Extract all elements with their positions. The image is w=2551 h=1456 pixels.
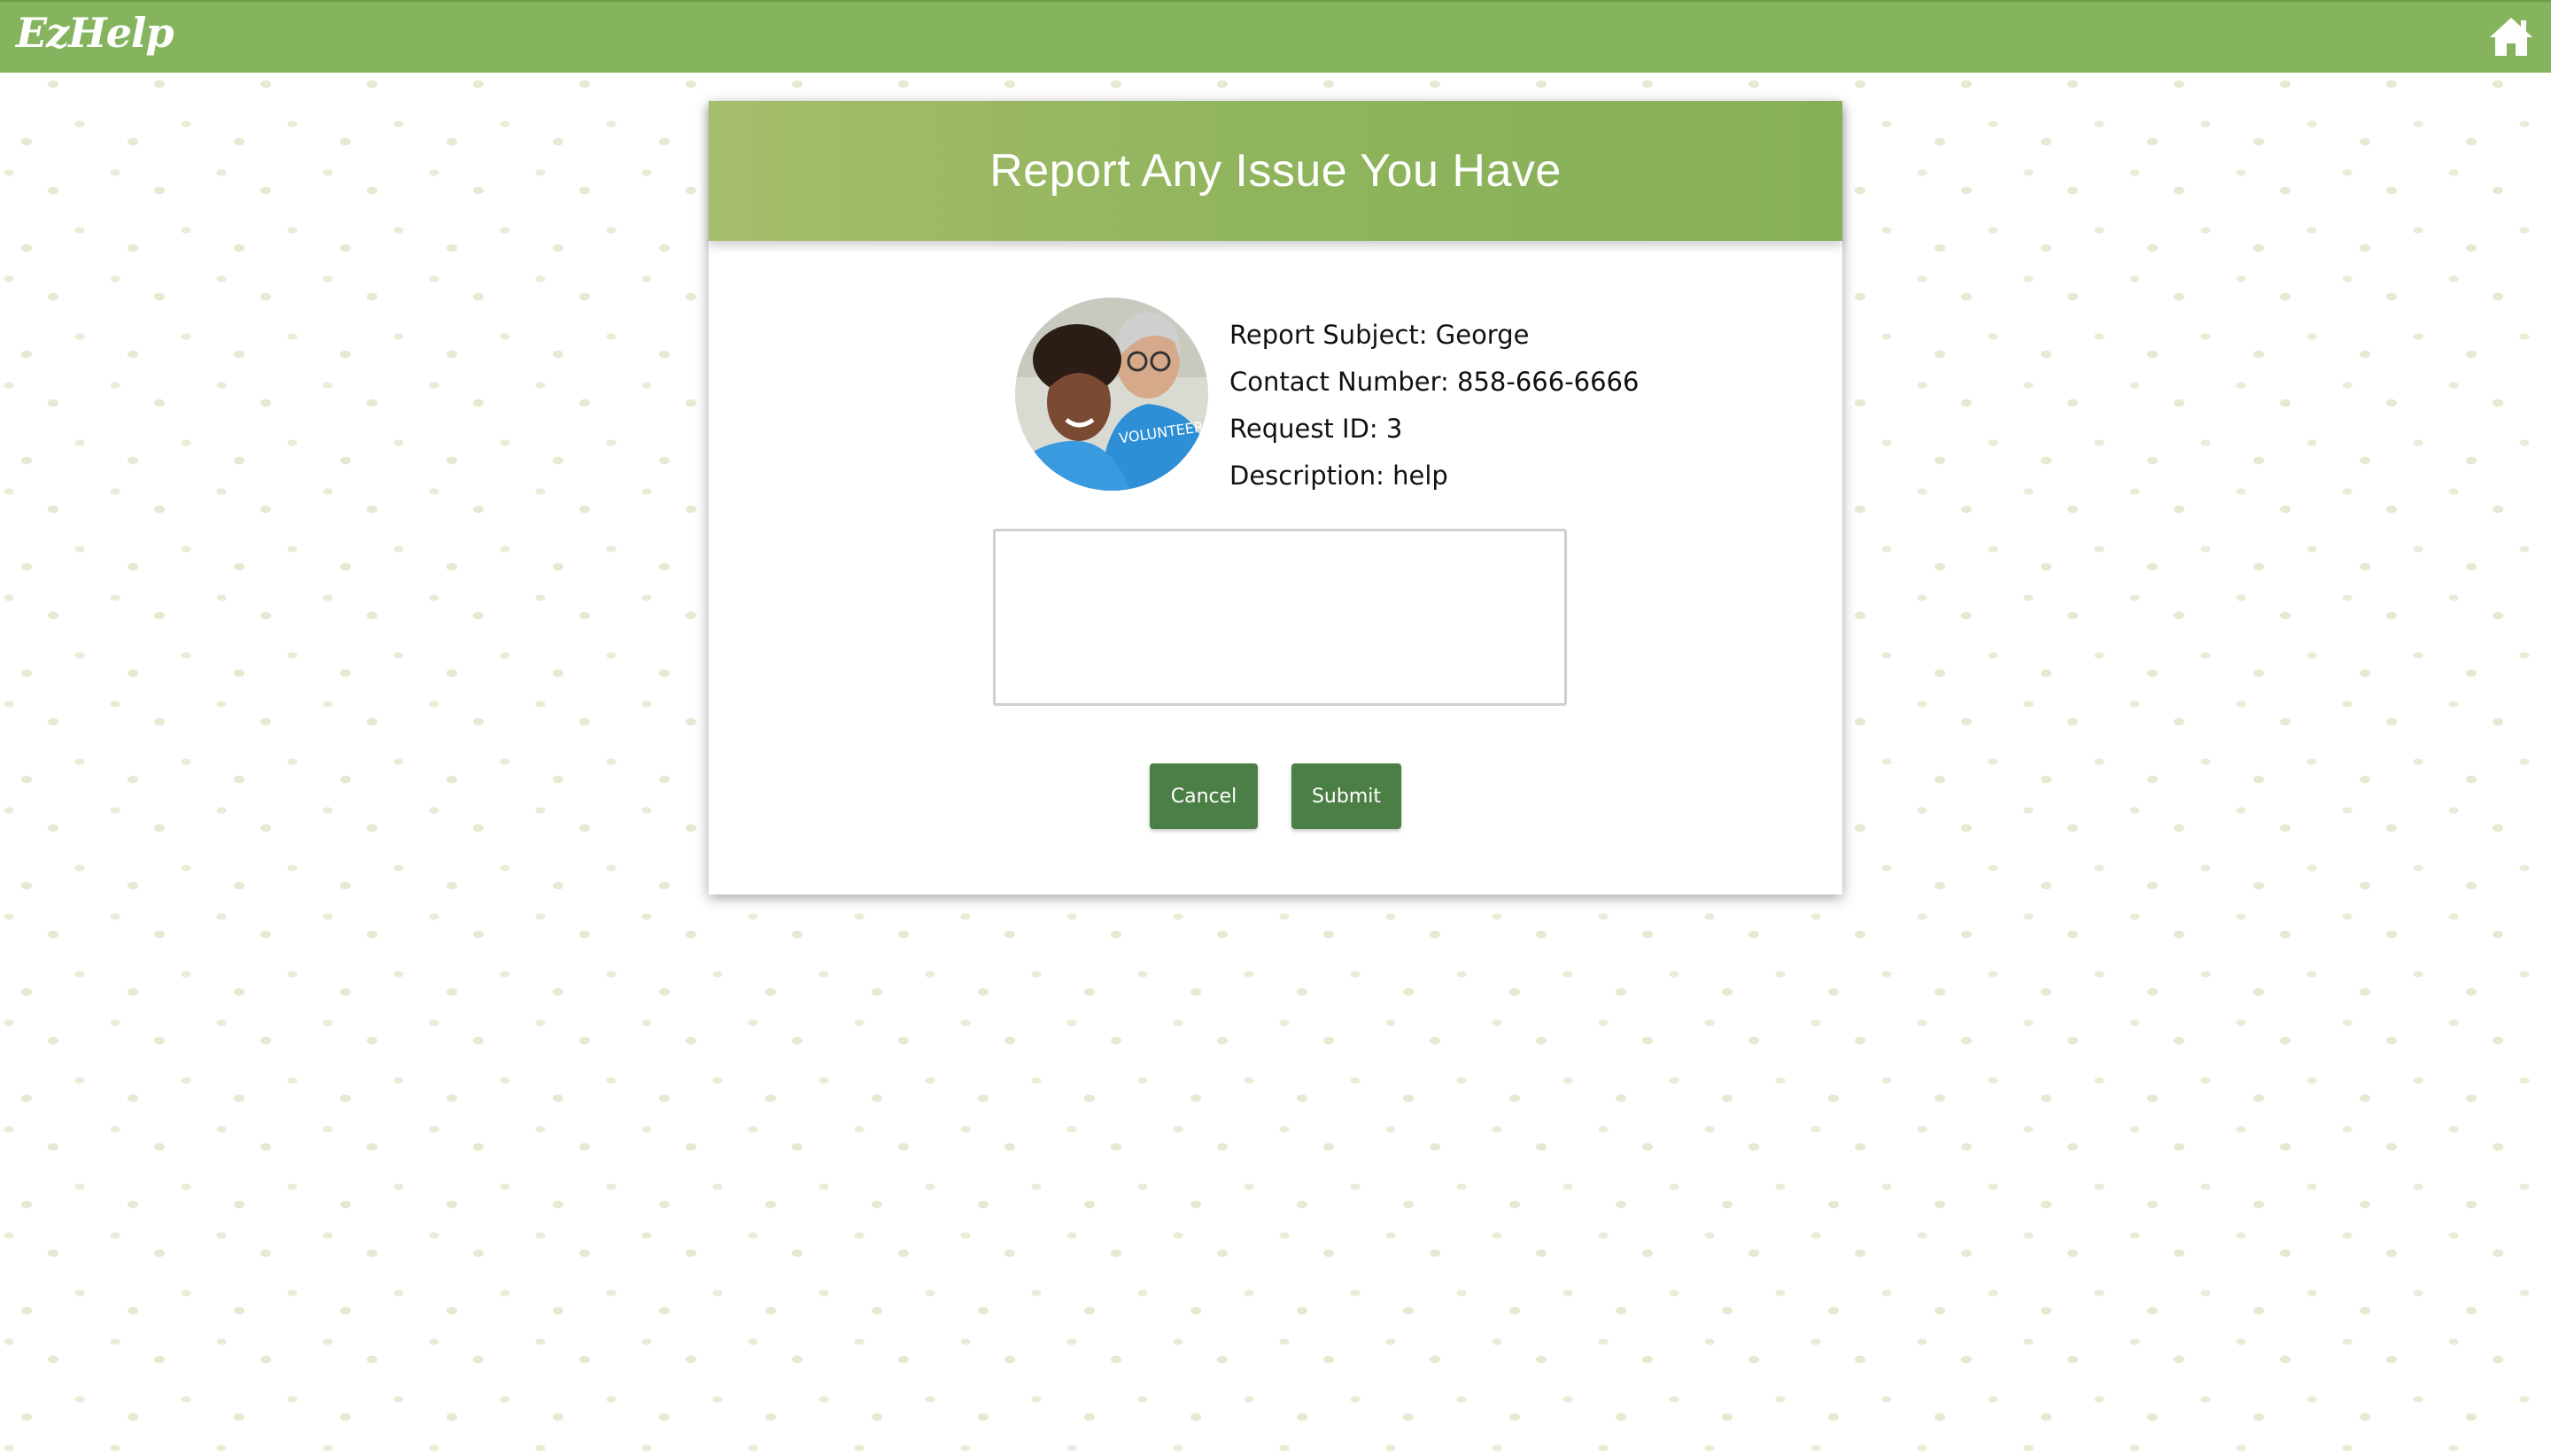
description: Description: help bbox=[1229, 461, 1448, 491]
issue-textarea[interactable] bbox=[993, 529, 1567, 706]
report-card: Report Any Issue You Have VOLUNTEER Repo… bbox=[709, 101, 1842, 895]
app-logo[interactable]: EzHelp bbox=[16, 9, 174, 57]
card-header: Report Any Issue You Have bbox=[709, 101, 1842, 241]
submit-button[interactable]: Submit bbox=[1291, 763, 1401, 829]
page-title: Report Any Issue You Have bbox=[989, 145, 1562, 197]
report-subject: Report Subject: George bbox=[1229, 320, 1530, 350]
contact-number: Contact Number: 858-666-6666 bbox=[1229, 367, 1640, 397]
request-id: Request ID: 3 bbox=[1229, 414, 1403, 444]
avatar: VOLUNTEER bbox=[1015, 298, 1208, 491]
top-nav-bar: EzHelp bbox=[0, 0, 2551, 73]
home-icon[interactable] bbox=[2487, 14, 2535, 58]
request-info: VOLUNTEER Report Subject: George Contact… bbox=[1015, 298, 1639, 500]
cancel-button[interactable]: Cancel bbox=[1150, 763, 1258, 829]
request-details: Report Subject: George Contact Number: 8… bbox=[1229, 312, 1639, 500]
